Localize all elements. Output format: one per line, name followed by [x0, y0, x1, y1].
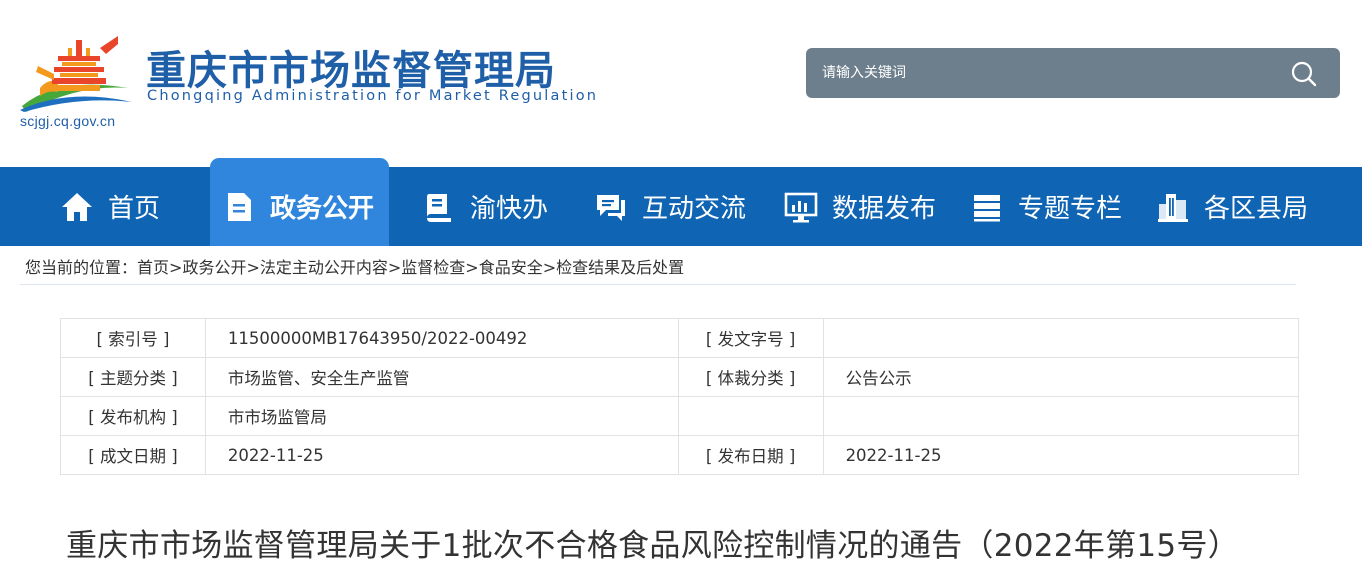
- site-url[interactable]: scjgj.cq.gov.cn: [20, 113, 115, 129]
- topic-category-value: 市场监管、安全生产监管: [204, 357, 679, 397]
- breadcrumb-link-home[interactable]: 首页: [137, 258, 169, 277]
- publish-date-value: 2022-11-25: [822, 435, 1300, 475]
- search-box: [806, 48, 1340, 98]
- article-title: 重庆市市场监督管理局关于1批次不合格食品风险控制情况的通告（2022年第15号）: [66, 528, 1240, 564]
- table-row: [ 发布机构 ] 市市场监管局: [60, 396, 1300, 436]
- breadcrumb-link-food-safety[interactable]: 食品安全: [479, 258, 543, 277]
- nav-item-special-topics[interactable]: 专题专栏: [970, 167, 1122, 246]
- empty-label: [677, 396, 824, 436]
- monitor-chart-icon: [784, 192, 818, 222]
- breadcrumb-link-results[interactable]: 检查结果及后处置: [556, 258, 684, 277]
- nav-label: 渝快办: [470, 194, 549, 224]
- breadcrumb-link-inspection[interactable]: 监督检查: [401, 258, 465, 277]
- breadcrumb-link-statutory-disclosure[interactable]: 法定主动公开内容: [260, 258, 388, 277]
- genre-category-value: 公告公示: [822, 357, 1300, 397]
- search-input[interactable]: [806, 48, 1266, 98]
- index-number-value: 11500000MB17643950/2022-00492: [204, 318, 679, 358]
- book-icon: [427, 193, 451, 222]
- site-subtitle: Chongqing Administration for Market Regu…: [147, 88, 599, 104]
- breadcrumb-separator: >: [246, 258, 260, 277]
- nav-label: 首页: [108, 194, 161, 224]
- empty-value: [822, 396, 1300, 436]
- stack-icon: [974, 194, 1000, 221]
- nav-label: 互动交流: [642, 194, 747, 224]
- building-icon: [1158, 193, 1188, 222]
- search-icon[interactable]: [1290, 60, 1318, 88]
- nav-label: 专题专栏: [1018, 194, 1123, 224]
- table-row: [ 主题分类 ] 市场监管、安全生产监管 [ 体裁分类 ] 公告公示: [60, 357, 1300, 397]
- home-icon: [62, 192, 92, 221]
- publisher-label: [ 发布机构 ]: [60, 396, 206, 436]
- nav-item-government-affairs[interactable]: 政务公开: [222, 167, 374, 246]
- divider: [20, 284, 1296, 285]
- nav-item-interaction[interactable]: 互动交流: [594, 167, 746, 246]
- index-number-label: [ 索引号 ]: [60, 318, 206, 358]
- table-row: [ 索引号 ] 11500000MB17643950/2022-00492 [ …: [60, 318, 1300, 358]
- nav-item-district-bureaus[interactable]: 各区县局: [1156, 167, 1308, 246]
- breadcrumb-link-government-affairs[interactable]: 政务公开: [182, 258, 246, 277]
- document-icon: [228, 192, 251, 221]
- breadcrumb-separator: >: [387, 258, 402, 277]
- publisher-value: 市市场监管局: [204, 396, 679, 436]
- written-date-value: 2022-11-25: [204, 435, 679, 475]
- publish-date-label: [ 发布日期 ]: [677, 435, 824, 475]
- breadcrumb-separator: >: [169, 258, 183, 277]
- nav-label: 各区县局: [1204, 194, 1309, 224]
- written-date-label: [ 成文日期 ]: [60, 435, 206, 475]
- nav-item-home[interactable]: 首页: [60, 167, 160, 246]
- breadcrumb: 您当前的位置：首页>政务公开>法定主动公开内容>监督检查>食品安全>检查结果及后…: [25, 254, 684, 278]
- document-number-label: [ 发文字号 ]: [677, 318, 824, 358]
- breadcrumb-separator: >: [542, 258, 557, 277]
- genre-category-label: [ 体裁分类 ]: [677, 357, 824, 397]
- nav-label: 政务公开: [270, 194, 375, 224]
- chat-icon: [597, 194, 625, 221]
- table-row: [ 成文日期 ] 2022-11-25 [ 发布日期 ] 2022-11-25: [60, 435, 1300, 475]
- document-info-table: [ 索引号 ] 11500000MB17643950/2022-00492 [ …: [60, 318, 1300, 475]
- tiananmen-emblem-icon[interactable]: [18, 26, 132, 112]
- breadcrumb-prefix: 您当前的位置：: [25, 258, 138, 277]
- nav-label: 数据发布: [832, 194, 937, 224]
- nav-item-yukuaiban[interactable]: 渝快办: [422, 167, 548, 246]
- document-number-value: [822, 318, 1300, 358]
- site-header: 重庆市市场监督管理局 Chongqing Administration for …: [0, 0, 1362, 168]
- topic-category-label: [ 主题分类 ]: [60, 357, 206, 397]
- nav-item-data-release[interactable]: 数据发布: [784, 167, 936, 246]
- breadcrumb-separator: >: [465, 258, 479, 277]
